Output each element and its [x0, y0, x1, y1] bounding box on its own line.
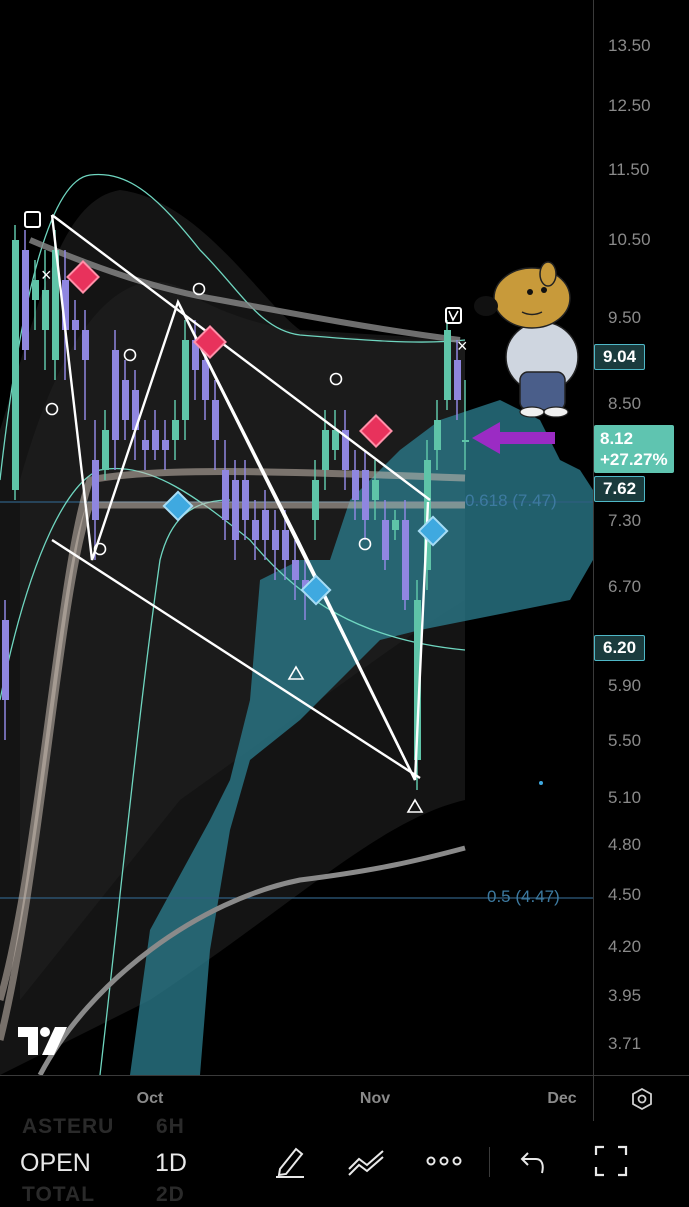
price-scale[interactable]: 13.50 12.50 11.50 10.50 9.50 8.50 7.30 6…	[593, 0, 689, 1075]
candle-body	[262, 510, 269, 540]
candle-body	[362, 470, 369, 520]
price-tick: 6.70	[608, 577, 642, 596]
candle-body	[92, 460, 99, 520]
fullscreen-icon[interactable]	[593, 1143, 629, 1179]
tradingview-logo-icon	[18, 1027, 68, 1060]
marker-v	[448, 310, 459, 322]
candle-body	[282, 530, 289, 560]
price-tick: 5.50	[608, 731, 642, 750]
candle-body	[212, 400, 219, 440]
candle-body	[312, 480, 319, 520]
candle-body	[162, 440, 169, 450]
chart-area[interactable]: × × 0.618 (7.47) 0.5 (4.47)	[0, 0, 593, 1075]
price-tick: 3.95	[608, 986, 642, 1005]
price-badge-high: 9.04	[594, 344, 646, 370]
candle-body	[252, 520, 259, 540]
candle-body	[332, 430, 339, 450]
candle-body	[172, 420, 179, 440]
price-tick: 8.50	[608, 394, 642, 413]
price-tick: 11.50	[608, 160, 650, 179]
candle-body	[22, 250, 29, 350]
price-tick: 10.50	[608, 230, 651, 249]
candle-body	[42, 290, 49, 330]
time-label: Oct	[136, 1090, 164, 1107]
candle-body	[232, 480, 239, 540]
current-change: +27.27%	[600, 450, 668, 469]
candle-body	[402, 520, 409, 600]
trend-lines-icon[interactable]	[347, 1143, 387, 1179]
candle-body	[202, 360, 209, 400]
candle-body	[32, 280, 39, 300]
open-button[interactable]: OPEN	[20, 1149, 91, 1178]
bottom-toolbar: ASTERU 6H TOTAL 2D OPEN 1D	[0, 1115, 689, 1206]
candle-body	[292, 560, 299, 580]
undo-icon[interactable]	[518, 1143, 550, 1179]
time-label: Nov	[359, 1090, 391, 1107]
candle-body	[322, 430, 329, 470]
chart-settings-button[interactable]	[593, 1075, 689, 1122]
price-tick: 5.10	[608, 788, 642, 807]
candle-body	[2, 620, 9, 700]
price-tick: 4.50	[608, 885, 642, 904]
candle-body	[142, 440, 149, 450]
more-icon[interactable]	[425, 1143, 465, 1179]
price-badge-level-a: 7.62	[594, 476, 646, 502]
price-tick: 12.50	[608, 96, 651, 115]
marker-x-1: ×	[41, 265, 52, 285]
candle-body	[392, 520, 399, 530]
candle-body	[222, 470, 229, 520]
chart-canvas: × ×	[0, 173, 593, 1075]
candle-body	[242, 480, 249, 520]
candle-body	[122, 380, 129, 420]
price-tick: 3.71	[608, 1034, 642, 1053]
dog-sticker	[474, 261, 579, 418]
candle-body	[454, 360, 461, 400]
price-tick: 13.50	[608, 36, 651, 55]
ghost-interval-2: 2D	[156, 1183, 185, 1206]
fib-label-0618: 0.618 (7.47)	[465, 491, 557, 510]
candle-body	[12, 240, 19, 490]
ghost-interval-1: 6H	[156, 1115, 185, 1138]
candle-body	[152, 430, 159, 450]
candle-body	[352, 470, 359, 500]
candle-body	[372, 480, 379, 500]
candle-body	[182, 340, 189, 420]
marker-square	[445, 307, 462, 324]
candle-body	[272, 530, 279, 550]
price-tick: 7.30	[608, 511, 642, 530]
candle-body	[102, 430, 109, 470]
marker-x-2: ×	[457, 336, 468, 356]
candle-body	[382, 520, 389, 560]
candle-body	[444, 330, 451, 400]
settings-hexagon-icon	[632, 1087, 652, 1111]
marker-square	[24, 211, 41, 228]
candle-body	[434, 420, 441, 450]
interval-button[interactable]: 1D	[155, 1149, 187, 1178]
candle-body	[462, 440, 469, 442]
toolbar-divider	[489, 1147, 490, 1177]
price-badge-level-b: 6.20	[594, 635, 646, 661]
ghost-symbol-2: TOTAL	[22, 1183, 96, 1206]
price-tick: 5.90	[608, 676, 642, 695]
current-price: 8.12	[600, 429, 634, 448]
candle-body	[82, 330, 89, 360]
price-tick: 9.50	[608, 308, 642, 327]
dot-marker	[539, 781, 543, 785]
pencil-icon[interactable]	[272, 1143, 308, 1179]
price-badge-current: 8.12 +27.27%	[594, 425, 674, 473]
fib-label-05: 0.5 (4.47)	[487, 887, 560, 906]
ghost-symbol-1: ASTERU	[22, 1115, 115, 1138]
candle-body	[112, 350, 119, 440]
time-label: Dec	[547, 1090, 577, 1107]
price-tick: 4.20	[608, 937, 642, 956]
price-tick: 4.80	[608, 835, 642, 854]
candle-body	[72, 320, 79, 330]
